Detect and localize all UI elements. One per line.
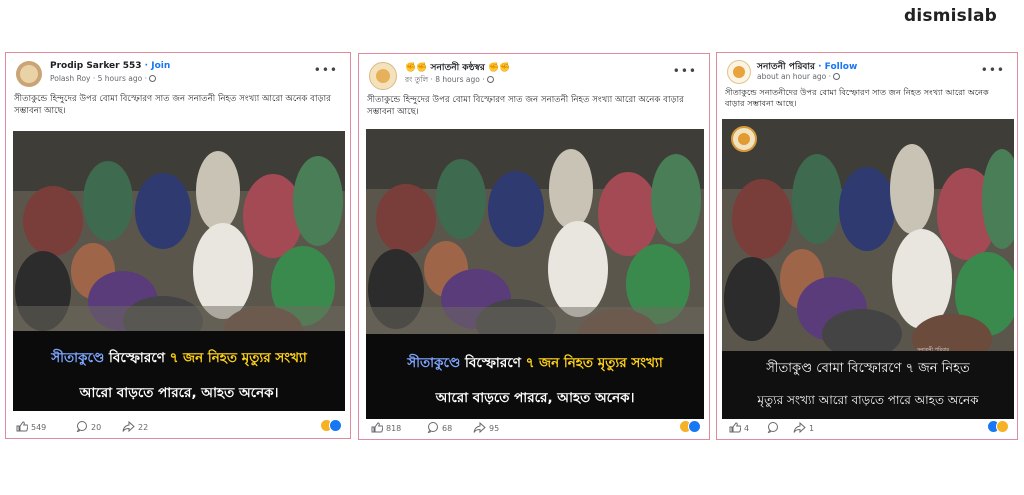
like-icon [371, 422, 383, 433]
share-icon [122, 421, 135, 432]
avatar[interactable] [16, 61, 42, 87]
comment-count[interactable]: 68 [427, 422, 452, 433]
overlay-place: সীতাকুণ্ডে [407, 355, 461, 371]
like-icon [729, 422, 741, 433]
author-line: ✊✊ সনাতনী কন্ঠস্বর ✊✊ [405, 60, 510, 75]
comment-icon [76, 421, 87, 432]
author-name[interactable]: সনাতনী পরিবার [757, 62, 815, 72]
follow-link[interactable]: · Follow [818, 62, 857, 72]
avatar[interactable] [369, 62, 397, 90]
avatar[interactable] [727, 60, 751, 84]
overlay-word: বিস্ফোরণে [460, 355, 526, 371]
comment-count[interactable] [767, 422, 782, 433]
post-image[interactable]: সীতাকুণ্ডে বিস্ফোরণে ৭ জন নিহত মৃত্যুর স… [13, 131, 345, 411]
overlay-line-2: মৃত্যুর সংখ্যা আরো বাড়তে পারে আহত অনেক [757, 393, 979, 407]
post-footer: 4 1 [717, 415, 1017, 439]
post-footer: 818 68 95 [359, 415, 709, 439]
post-header: Prodip Sarker 553 · Join Polash Roy · 5 … [6, 53, 350, 93]
overlay-line-2: আরো বাড়তে পাররে, আহত অনেক। [79, 385, 279, 401]
more-dots-icon[interactable]: ••• [673, 64, 697, 78]
comment-number: 68 [442, 424, 453, 433]
like-count[interactable]: 4 [729, 422, 749, 433]
overlay-line-1: সীতাকুণ্ডে বিস্ফোরণে ৭ জন নিহত মৃত্যুর স… [13, 331, 345, 370]
overlay-word: বিস্ফোরণে [104, 350, 170, 366]
post-meta: about an hour ago · [757, 72, 841, 81]
dismislab-logo: dismislab [904, 6, 998, 26]
author-name[interactable]: Prodip Sarker 553 [50, 61, 142, 71]
post-caption: সীতাকুন্ডে হিন্দুদের উপর বোমা বিস্ফোরণ স… [14, 94, 331, 116]
post-footer: 549 20 22 [6, 414, 350, 438]
globe-icon [833, 73, 841, 80]
post-image[interactable]: সীতাকুণ্ডে বিস্ফোরণে ৭ জন নিহত মৃত্যুর স… [366, 129, 704, 419]
overlay-line-2: আরো বাড়তে পাররে, আহত অনেক। [435, 390, 635, 406]
like-count[interactable]: 549 [16, 421, 46, 432]
post-meta: Polash Roy · 5 hours ago · [50, 74, 156, 83]
more-dots-icon[interactable]: ••• [314, 63, 338, 77]
image-text-overlay: সীতাকুণ্ড বোমা বিস্ফোরণে ৭ জন নিহত মৃত্য… [722, 351, 1014, 419]
overlay-count: ৭ জন নিহত মৃত্যুর সংখ্যা [525, 355, 663, 371]
author-name[interactable]: ✊✊ সনাতনী কন্ঠস্বর ✊✊ [405, 63, 510, 73]
post-caption: সীতাকুন্ডে সনাতনীদের উপর বোমা বিস্ফোরণ স… [725, 87, 989, 108]
like-reaction-icon [329, 419, 342, 432]
sad-reaction-icon [996, 420, 1009, 433]
globe-icon [148, 75, 156, 82]
author-line: Prodip Sarker 553 · Join [50, 61, 170, 71]
share-number: 1 [809, 424, 815, 433]
like-number: 549 [31, 423, 47, 432]
comment-count[interactable]: 20 [76, 421, 101, 432]
facebook-post-2: ✊✊ সনাতনী কন্ঠস্বর ✊✊ রং তুলি · 8 hours … [358, 53, 710, 440]
share-count[interactable]: 95 [473, 422, 499, 433]
like-reaction-icon [688, 420, 701, 433]
share-icon [793, 422, 806, 433]
overlay-line-1: সীতাকুণ্ড বোমা বিস্ফোরণে ৭ জন নিহত [766, 361, 970, 376]
share-number: 95 [489, 424, 500, 433]
comment-number: 20 [91, 423, 102, 432]
facebook-post-3: সনাতনী পরিবার · Follow about an hour ago… [716, 52, 1018, 440]
overlay-place: সীতাকুণ্ডে [51, 350, 105, 366]
more-dots-icon[interactable]: ••• [981, 63, 1005, 77]
comment-icon [427, 422, 438, 433]
post-image[interactable]: সনাতনী পরিবার সীতাকুণ্ড বোমা বিস্ফোরণে ৭… [722, 119, 1014, 419]
image-text-overlay: সীতাকুণ্ডে বিস্ফোরণে ৭ জন নিহত মৃত্যুর স… [13, 331, 345, 411]
join-link[interactable]: · Join [145, 61, 171, 71]
like-number: 4 [744, 424, 750, 433]
post-meta: রং তুলি · 8 hours ago · [405, 75, 494, 87]
post-subline[interactable]: about an hour ago · [757, 72, 831, 81]
post-subline[interactable]: Polash Roy · 5 hours ago · [50, 74, 147, 83]
post-header: ✊✊ সনাতনী কন্ঠস্বর ✊✊ রং তুলি · 8 hours … [359, 54, 709, 94]
post-caption: সীতাকুন্ডে হিন্দুদের উপর বোমা বিস্ফোরণ স… [367, 95, 684, 117]
share-number: 22 [138, 423, 149, 432]
like-icon [16, 421, 28, 432]
image-text-overlay: সীতাকুণ্ডে বিস্ফোরণে ৭ জন নিহত মৃত্যুর স… [366, 334, 704, 419]
overlay-count: ৭ জন নিহত মৃত্যুর সংখ্যা [169, 350, 307, 366]
comment-icon [767, 422, 778, 433]
post-subline[interactable]: রং তুলি · 8 hours ago · [405, 75, 485, 84]
reaction-icons[interactable] [679, 420, 701, 433]
globe-icon [486, 76, 494, 83]
reaction-icons[interactable] [320, 419, 342, 432]
share-count[interactable]: 1 [793, 422, 814, 433]
share-count[interactable]: 22 [122, 421, 148, 432]
like-count[interactable]: 818 [371, 422, 401, 433]
like-number: 818 [386, 424, 402, 433]
facebook-post-1: Prodip Sarker 553 · Join Polash Roy · 5 … [5, 52, 351, 439]
share-icon [473, 422, 486, 433]
reaction-icons[interactable] [987, 420, 1009, 433]
overlay-line-1: সীতাকুণ্ডে বিস্ফোরণে ৭ জন নিহত মৃত্যুর স… [366, 334, 704, 375]
